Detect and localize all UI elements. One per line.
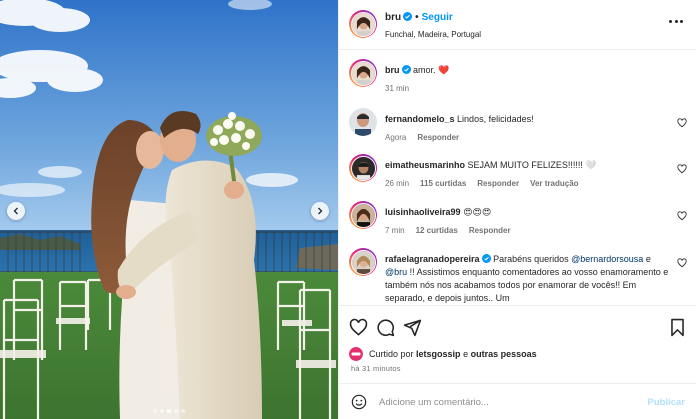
profile-photo xyxy=(351,61,375,85)
liker-username[interactable]: letsgossip xyxy=(416,349,461,359)
publish-comment-button[interactable]: Publicar xyxy=(648,397,686,408)
reply-button[interactable]: Responder xyxy=(477,177,519,190)
comment-text-part: !! Assistimos enquanto comentadores ao v… xyxy=(385,267,669,303)
author-avatar[interactable] xyxy=(349,10,377,38)
caption-avatar[interactable] xyxy=(349,59,377,87)
comment-likes-count[interactable]: 115 curtidas xyxy=(420,177,466,190)
wedding-photo-illustration xyxy=(0,0,338,419)
follow-button[interactable]: Seguir xyxy=(422,12,453,23)
comment-time[interactable]: Agora xyxy=(385,131,406,144)
comment-text: SEJAM MUITO FELIZES!!!!!! 🤍 xyxy=(467,160,597,170)
comment-text: Lindos, felicidades! xyxy=(457,114,534,124)
bookmark-icon[interactable] xyxy=(668,318,687,337)
comment-time[interactable]: 26 min xyxy=(385,177,409,190)
comments-list[interactable]: bru amor. ❤️ 31 min fernandomelo_s Lindo… xyxy=(339,51,696,304)
reply-button[interactable]: Responder xyxy=(417,131,459,144)
comment-username[interactable]: rafaelagranadopereira xyxy=(385,254,480,264)
comment-text-part: e xyxy=(643,254,651,264)
caption-time[interactable]: 31 min xyxy=(385,82,409,95)
chevron-left-icon xyxy=(13,207,18,215)
mention-link[interactable]: @bernardorsousa xyxy=(571,254,643,264)
commenter-avatar[interactable] xyxy=(349,154,377,182)
comment-like-heart-icon[interactable] xyxy=(677,164,687,174)
profile-photo xyxy=(351,250,375,274)
caption-username[interactable]: bru xyxy=(385,65,400,75)
profile-photo xyxy=(351,156,375,180)
comment-text-part: Parabéns queridos xyxy=(493,254,572,264)
see-translation-button[interactable]: Ver tradução xyxy=(530,177,578,190)
carousel-dot xyxy=(167,409,171,413)
verified-badge-icon xyxy=(401,65,411,74)
post-details-panel: bru •Seguir Funchal, Madeira, Portugal xyxy=(338,0,696,419)
comment-like-heart-icon[interactable] xyxy=(677,211,687,221)
verified-badge-icon xyxy=(403,12,413,21)
chevron-right-icon xyxy=(318,207,323,215)
reply-button[interactable]: Responder xyxy=(469,224,511,237)
likes-prefix: Curtido por xyxy=(369,349,414,359)
comment-input[interactable] xyxy=(379,392,629,412)
comment-like-heart-icon[interactable] xyxy=(677,258,687,268)
verified-badge-icon xyxy=(481,254,491,263)
post-photo[interactable] xyxy=(0,0,338,419)
comment-username[interactable]: eimatheusmarinho xyxy=(385,160,465,170)
next-photo-button[interactable] xyxy=(311,202,329,220)
author-username[interactable]: bru xyxy=(385,12,401,23)
add-comment-bar: Publicar xyxy=(339,383,696,419)
more-icon xyxy=(669,20,672,23)
caption-text: amor. xyxy=(413,65,436,75)
comment-username[interactable]: fernandomelo_s xyxy=(385,114,455,124)
comment-text: 😍😍😍 xyxy=(463,207,492,217)
instagram-post-modal: bru •Seguir Funchal, Madeira, Portugal xyxy=(0,0,696,419)
mention-link[interactable]: @bru xyxy=(385,267,407,277)
carousel-indicator xyxy=(0,409,338,413)
profile-photo xyxy=(351,203,375,227)
heart-icon[interactable] xyxy=(349,318,368,337)
carousel-dot xyxy=(153,409,157,413)
post-actions-bar xyxy=(339,305,696,345)
share-icon[interactable] xyxy=(403,318,422,337)
emoji-icon[interactable] xyxy=(351,394,367,410)
profile-photo xyxy=(349,108,377,136)
post-header: bru • Seguir Funchal, Madeira, Portugal xyxy=(339,0,696,50)
comment-likes-count[interactable]: 12 curtidas xyxy=(416,224,458,237)
comment-time[interactable]: 7 min xyxy=(385,224,405,237)
commenter-avatar[interactable] xyxy=(349,248,377,276)
comment-username[interactable]: luisinhaoliveira99 xyxy=(385,207,461,217)
profile-photo xyxy=(351,12,375,36)
commenter-avatar[interactable] xyxy=(349,201,377,229)
liker-avatar[interactable] xyxy=(349,347,363,361)
comment-like-heart-icon[interactable] xyxy=(677,118,687,128)
commenter-avatar[interactable] xyxy=(349,108,377,136)
post-timestamp[interactable]: há 31 minutos xyxy=(351,364,401,373)
likes-middle: e xyxy=(463,349,469,359)
comment-icon[interactable] xyxy=(376,318,395,337)
carousel-dot xyxy=(181,409,185,413)
more-options-button[interactable] xyxy=(669,20,683,24)
post-location[interactable]: Funchal, Madeira, Portugal xyxy=(385,30,481,39)
caption-emoji: ❤️ xyxy=(438,65,450,75)
other-likers-link[interactable]: outras pessoas xyxy=(471,349,537,359)
letsgossip-avatar xyxy=(349,347,363,361)
previous-photo-button[interactable] xyxy=(7,202,25,220)
separator-dot: • xyxy=(415,12,419,23)
carousel-dot xyxy=(160,409,164,413)
likes-summary: Curtido por letsgossip e outras pessoas xyxy=(349,346,689,362)
carousel-dot xyxy=(174,409,178,413)
